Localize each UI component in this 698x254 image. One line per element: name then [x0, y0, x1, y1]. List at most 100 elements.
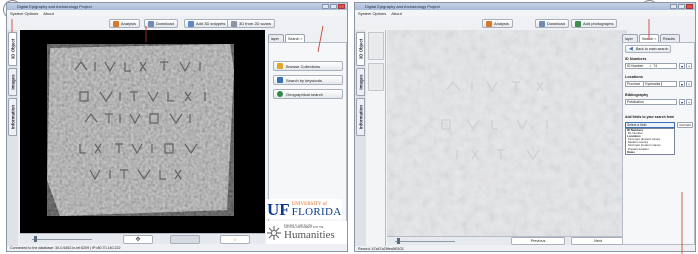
close-icon[interactable] — [686, 4, 693, 9]
thumbnail[interactable] — [368, 32, 384, 60]
button-label: Analysis — [121, 21, 136, 26]
section-bibliography: Bibliography — [625, 93, 649, 97]
id-add-button[interactable]: + — [686, 63, 692, 69]
search-by-keywords-button[interactable]: Search by keywords — [273, 75, 343, 85]
download-button[interactable]: Download — [144, 19, 178, 28]
3d-viewport[interactable] — [20, 30, 265, 233]
tab-information[interactable]: Information — [356, 98, 365, 136]
maximize-icon[interactable] — [678, 4, 685, 9]
tab-3d-object[interactable]: 3D Object — [356, 32, 365, 66]
tab-information[interactable]: Information — [8, 98, 17, 136]
location-add-button[interactable]: + — [686, 81, 692, 87]
bibliography-options-button[interactable]: ▾ — [679, 99, 685, 105]
add-3d-snippets-button[interactable]: Add 3D snippets — [184, 19, 230, 28]
previous-button[interactable]: Previous — [511, 237, 565, 245]
browse-collections-button[interactable]: Browse Collections — [273, 61, 343, 71]
add-photographs-button[interactable]: Add photographs — [571, 19, 618, 28]
window-title: Digital Epigraphy and Archaeology Projec… — [365, 4, 440, 9]
button-label: Back to main search — [635, 47, 669, 51]
analysis-button[interactable]: Analysis — [482, 19, 513, 28]
maximize-icon[interactable] — [330, 4, 337, 9]
zoom-slider[interactable] — [32, 239, 92, 240]
thumbnail[interactable] — [368, 63, 384, 91]
tab-search[interactable]: Search × — [285, 34, 305, 42]
tab-label: layer — [271, 36, 279, 41]
window-title: Digital Epigraphy and Archaeology Projec… — [17, 4, 92, 9]
browse-icon — [277, 63, 283, 69]
tab-layer[interactable]: layer — [622, 34, 638, 42]
3d-from-2d-scans-button[interactable]: 3D from 2D scans — [227, 19, 276, 28]
uf-florida: FLORIDA — [291, 206, 342, 218]
vertical-tab-bar: 3D Object Images Information — [7, 30, 18, 246]
lighting-mode-button[interactable]: ☼ — [220, 235, 250, 244]
minimize-icon[interactable] — [322, 4, 329, 9]
right-app-window: Digital Epigraphy and Archaeology Projec… — [354, 2, 696, 252]
bibliography-add-button[interactable]: + — [686, 99, 692, 105]
select-value: Publication — [627, 100, 644, 104]
button-label: Previous — [530, 239, 546, 243]
button-label: Add 3D snippets — [196, 21, 226, 26]
id-options-button[interactable]: ▾ — [679, 63, 685, 69]
pan-mode-button[interactable] — [170, 235, 200, 244]
white-stone-render[interactable] — [387, 30, 627, 236]
button-label: Next — [594, 239, 602, 243]
tab-layer[interactable]: layer — [268, 34, 284, 42]
menu-about[interactable]: About — [43, 11, 53, 16]
window-controls — [670, 4, 693, 9]
menu-system-options[interactable]: System Options — [10, 11, 38, 16]
back-arrow-icon: ◀ — [629, 46, 633, 52]
tab-label: Images — [358, 74, 363, 90]
download-icon — [148, 20, 154, 27]
button-label: Download — [156, 21, 174, 26]
neh-logo: Funded in part by the NATIONAL ENDOWMENT… — [266, 221, 347, 244]
location-options-button[interactable]: ▾ — [679, 81, 685, 87]
bibliography-select[interactable]: Publication — [625, 99, 677, 105]
chevron-down-icon: ▾ — [680, 63, 683, 69]
plus-icon: + — [687, 81, 691, 87]
tab-images[interactable]: Images — [356, 68, 365, 96]
bar-chart-icon — [113, 20, 119, 27]
uf-logo: UF UNIVERSITY of FLORIDA — [266, 199, 343, 219]
tab-search[interactable]: Search × — [639, 34, 659, 42]
button-label: Add photographs — [583, 21, 614, 26]
zoom-slider-handle[interactable] — [397, 238, 400, 244]
analysis-button[interactable]: Analysis — [109, 19, 140, 28]
menu-system-options[interactable]: System Options — [358, 11, 386, 16]
section-locations: Locations — [625, 75, 643, 79]
zoom-slider[interactable] — [395, 241, 455, 242]
tab-label: 3D Object — [358, 38, 363, 60]
add-field-button[interactable]: Add field — [677, 122, 693, 128]
3d-viewport[interactable] — [387, 30, 627, 236]
tab-3d-object[interactable]: 3D Object — [8, 32, 17, 66]
inscription-stone-render[interactable] — [20, 30, 265, 233]
tab-label: Search — [642, 36, 654, 41]
plus-icon: + — [687, 99, 691, 105]
thumbnail-strip — [366, 30, 386, 246]
tab-results[interactable]: Results — [660, 34, 680, 42]
menu-about[interactable]: About — [391, 11, 401, 16]
uf-monogram: UF — [267, 200, 290, 219]
tab-label: Information — [358, 104, 363, 130]
geographical-search-button[interactable]: Geographical search — [273, 89, 343, 99]
tab-close-icon[interactable]: × — [300, 37, 302, 41]
select-value: Select a field — [627, 123, 647, 127]
id-number-select[interactable]: ID Number = 74 — [625, 63, 677, 69]
close-icon[interactable] — [338, 4, 345, 9]
rotate-mode-button[interactable]: ✥ — [123, 235, 153, 244]
select-value: Province — [627, 82, 641, 86]
field-dropdown-list[interactable]: ID Numbers DL Number Locations Find spot… — [625, 128, 675, 155]
tab-label: 3D Object — [10, 38, 15, 60]
uf-wordmark: UNIVERSITY of FLORIDA — [292, 202, 342, 218]
viewport-controls: Previous Next — [387, 236, 627, 245]
tab-label: Information — [10, 104, 15, 130]
tab-images[interactable]: Images — [8, 68, 17, 96]
zoom-slider-handle[interactable] — [34, 236, 37, 242]
tab-label: Images — [10, 74, 15, 90]
next-button[interactable]: Next — [571, 237, 625, 245]
dropdown-group-dates: Dates — [627, 149, 635, 154]
tab-close-icon[interactable]: × — [654, 37, 656, 41]
minimize-icon[interactable] — [670, 4, 677, 9]
location-select[interactable]: Province Kyrenaika — [625, 81, 677, 87]
back-to-main-search-button[interactable]: ◀ Back to main search — [625, 45, 671, 53]
download-button[interactable]: Download — [535, 19, 569, 28]
